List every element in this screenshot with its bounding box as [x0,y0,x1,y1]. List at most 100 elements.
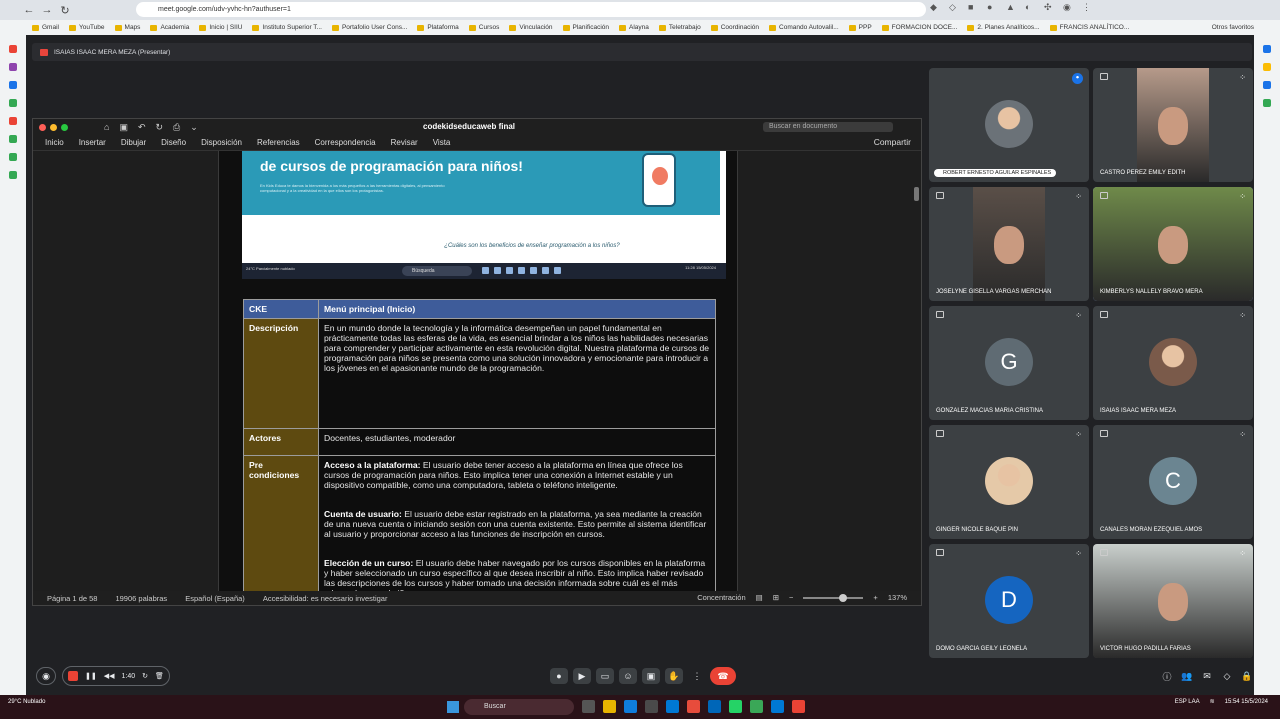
scrollbar-thumb[interactable] [914,187,919,201]
print-layout-icon[interactable]: ▤ [756,593,763,602]
back-icon[interactable]: ← [20,2,38,18]
pin-icon[interactable] [1100,73,1108,80]
participant-tile[interactable]: ⦁ ROBERT ERNESTO AGUILAR ESPINALES [929,68,1089,182]
pin-icon[interactable] [1100,549,1108,556]
present-icon[interactable]: ▣ [642,668,660,684]
chrome-icon[interactable] [750,700,763,713]
clock[interactable]: 15:54 15/5/2024 [1225,699,1268,706]
bookmark-item[interactable]: 2. Planes Analíticos... [967,24,1040,31]
bookmark-item[interactable]: PPP [848,24,872,31]
bookmark-item[interactable]: Teletrabajo [658,24,701,31]
focus-mode[interactable]: Concentración [697,593,745,602]
home-icon[interactable]: ⌂ [104,122,109,133]
zoom-out-icon[interactable]: − [789,593,793,602]
start-icon[interactable] [447,701,459,713]
save-icon[interactable]: ▣ [119,122,128,133]
bookmark-item[interactable]: Plataforma [417,24,459,31]
taskbar-search[interactable]: Buscar [464,699,574,715]
bookmark-item[interactable]: Cursos [468,24,499,31]
chat-icon[interactable]: ✉ [1198,668,1216,684]
wifi-icon[interactable]: ≋ [1210,699,1215,706]
minimize-icon[interactable] [50,123,57,131]
app-icon[interactable] [9,117,17,125]
other-bookmarks[interactable]: Otros favoritos [1212,20,1254,35]
pin-icon[interactable] [1100,192,1108,199]
app-icon[interactable] [9,81,17,89]
participant-tile[interactable]: ⁘ GINGER NICOLE BAQUE PIN [929,425,1089,539]
participant-tile[interactable]: G ⁘ GONZALEZ MACIAS MARIA CRISTINA [929,306,1089,420]
extension-icon[interactable]: ◇ [949,2,959,14]
zoom-slider[interactable] [803,593,864,602]
info-icon[interactable]: ⓘ [1158,668,1176,684]
app-icon[interactable] [1263,45,1271,53]
bookmark-item[interactable]: Coordinación [710,24,759,31]
file-explorer-icon[interactable] [603,700,616,713]
maximize-icon[interactable] [61,123,68,131]
bookmark-item[interactable]: Gmail [32,24,59,31]
activities-icon[interactable]: ◇ [1218,668,1236,684]
extension-icon[interactable]: ● [987,2,997,14]
participant-tile[interactable]: ⁘ CASTRO PEREZ EMILY EDITH [1093,68,1253,182]
bookmark-item[interactable]: Portafolio User Cons... [331,24,407,31]
participant-tile[interactable]: ⁘ KIMBERLYS NALLELY BRAVO MERA [1093,187,1253,301]
bookmark-item[interactable]: Comando Autovalil... [769,24,839,31]
reload-icon[interactable]: ↻ [56,2,74,18]
extension-icon[interactable]: ◐ [1025,2,1035,14]
print-icon[interactable]: ⎙ [173,122,180,133]
web-layout-icon[interactable]: ⊞ [773,593,779,602]
participant-tile[interactable]: C ⁘ CANALES MORAN EZEQUIEL AMOS [1093,425,1253,539]
app-icon[interactable] [9,99,17,107]
customize-icon[interactable]: ⌄ [190,122,198,133]
pin-icon[interactable] [936,549,944,556]
app-icon[interactable] [9,171,17,179]
weather-widget[interactable]: 29°C Nublado [8,699,45,706]
participant-tile[interactable]: ⁘ JOSELYNE GISELLA VARGAS MERCHAN [929,187,1089,301]
participant-tile[interactable]: ⁘ ISAIAS ISAAC MERA MEZA [1093,306,1253,420]
bookmark-item[interactable]: FRANCIS ANALÍTICO... [1049,24,1129,31]
bookmark-item[interactable]: Alayna [619,24,649,31]
pin-icon[interactable] [936,311,944,318]
emoji-icon[interactable]: ☺ [619,668,637,684]
ribbon-tab[interactable]: Vista [433,138,451,147]
extension-icon[interactable]: ▲ [1006,2,1016,14]
app-icon[interactable] [1263,81,1271,89]
task-view-icon[interactable] [582,700,595,713]
ribbon-tab[interactable]: Disposición [201,138,242,147]
app-icon[interactable] [792,700,805,713]
end-call-button[interactable]: ☎ [710,667,736,685]
camera-switch-icon[interactable]: ◉ [36,667,56,685]
microphone-icon[interactable]: ● [550,668,568,684]
app-icon[interactable] [9,135,17,143]
camera-icon[interactable]: ▶ [573,668,591,684]
ribbon-tab[interactable]: Dibujar [121,138,146,147]
redo-icon[interactable]: ↻ [156,122,164,133]
menu-icon[interactable]: ⋮ [1082,2,1092,14]
bookmark-item[interactable]: FORMACION DOCE... [881,24,957,31]
puzzle-icon[interactable]: ✣ [1044,2,1054,14]
extension-icon[interactable]: ■ [968,2,978,14]
document-search[interactable]: Buscar en documento [763,122,893,132]
page-count[interactable]: Página 1 de 58 [47,594,97,603]
people-icon[interactable]: 👥 [1178,668,1196,684]
more-options-icon[interactable]: ⋮ [688,668,706,684]
ribbon-tab[interactable]: Insertar [79,138,106,147]
zoom-level[interactable]: 137% [888,593,907,602]
app-icon[interactable] [1263,63,1271,71]
delete-icon[interactable]: 🗑 [155,672,164,680]
ribbon-tab[interactable]: Correspondencia [315,138,376,147]
bookmark-item[interactable]: YouTube [68,24,105,31]
bookmark-item[interactable]: Planificación [562,24,609,31]
app-icon[interactable] [645,700,658,713]
participant-tile[interactable]: ⁘ VICTOR HUGO PADILLA FARIAS [1093,544,1253,658]
address-bar[interactable]: meet.google.com/udv-yvhc-hn?authuser=1 [136,2,926,17]
forward-icon[interactable]: → [38,2,56,18]
bookmark-item[interactable]: Academia [150,24,189,31]
ribbon-tab[interactable]: Inicio [45,138,64,147]
extension-icon[interactable]: ◆ [930,2,940,14]
app-icon[interactable] [687,700,700,713]
pin-icon[interactable] [1100,430,1108,437]
ribbon-tab[interactable]: Revisar [391,138,418,147]
app-icon[interactable] [1263,99,1271,107]
share-button[interactable]: Compartir [874,137,911,147]
undo-icon[interactable]: ↶ [138,122,146,133]
